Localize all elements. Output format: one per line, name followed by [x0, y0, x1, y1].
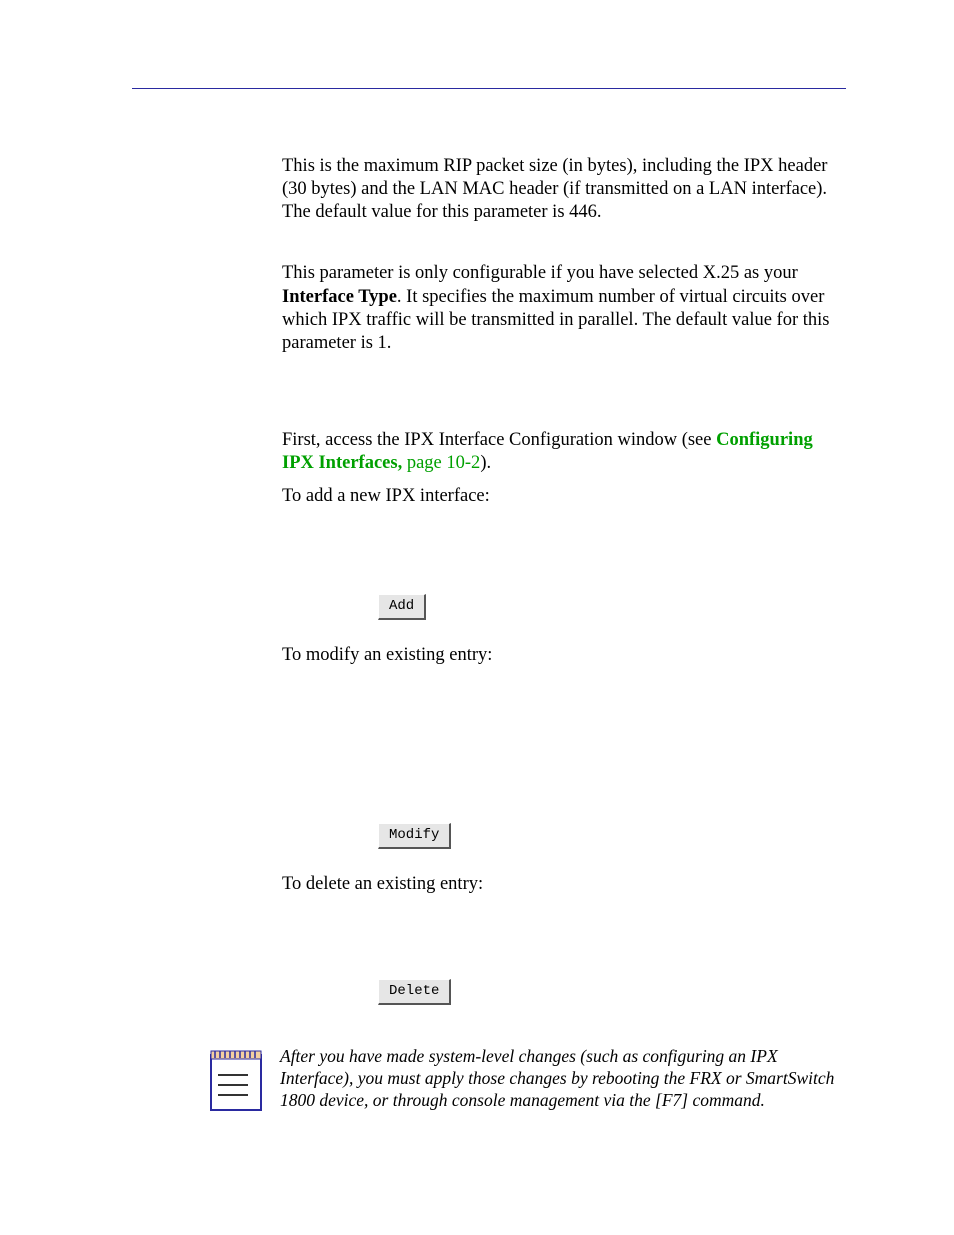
paragraph-add-intro: To add a new IPX interface: — [282, 485, 846, 508]
header-rule — [132, 88, 846, 89]
modify-button[interactable]: Modify — [378, 823, 451, 849]
spacer — [282, 377, 846, 429]
button-row-delete: Delete — [378, 979, 846, 1005]
paragraph-rip-packet-size: This is the maximum RIP packet size (in … — [282, 155, 846, 224]
bold-interface-type: Interface Type — [282, 287, 397, 307]
text-suffix: ). — [480, 453, 491, 473]
link-page-ref[interactable]: page 10-2 — [402, 453, 480, 473]
button-row-modify: Modify — [378, 823, 846, 849]
add-button[interactable]: Add — [378, 594, 426, 620]
document-page: This is the maximum RIP packet size (in … — [0, 0, 954, 1235]
note-text: After you have made system-level changes… — [280, 1045, 846, 1112]
spacer — [282, 919, 846, 955]
text-before: This parameter is only configurable if y… — [282, 263, 798, 283]
button-row-add: Add — [378, 594, 846, 620]
paragraph-x25: This parameter is only configurable if y… — [282, 262, 846, 355]
text-prefix: First, access the IPX Interface Configur… — [282, 430, 716, 450]
notepad-icon — [208, 1045, 266, 1113]
note-block: After you have made system-level changes… — [208, 1045, 846, 1113]
body-column: This is the maximum RIP packet size (in … — [282, 155, 846, 1005]
text: This is the maximum RIP packet size (in … — [282, 156, 827, 222]
spacer — [282, 689, 846, 799]
paragraph-modify-intro: To modify an existing entry: — [282, 644, 846, 667]
spacer — [282, 246, 846, 262]
paragraph-delete-intro: To delete an existing entry: — [282, 873, 846, 896]
spacer — [282, 530, 846, 570]
delete-button[interactable]: Delete — [378, 979, 451, 1005]
paragraph-access-window: First, access the IPX Interface Configur… — [282, 429, 846, 475]
